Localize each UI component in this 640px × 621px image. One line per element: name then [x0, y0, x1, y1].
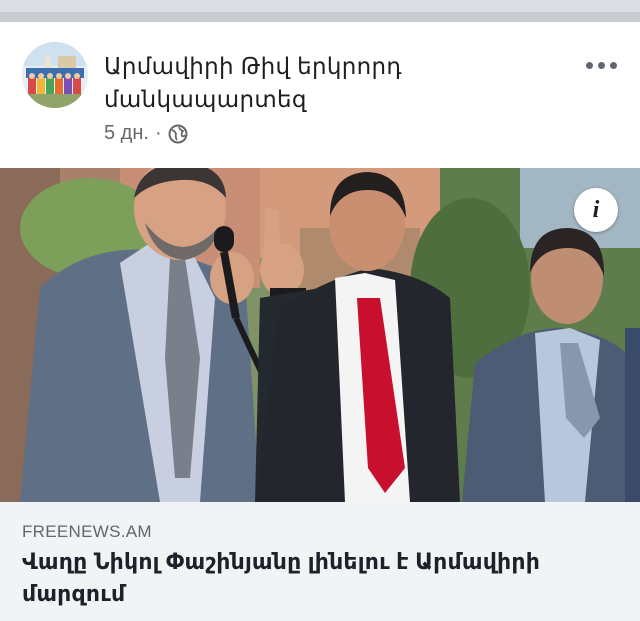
post-meta: 5 дн. ·: [104, 122, 188, 145]
page-name-link[interactable]: Արմավիրի Թիվ երկրորդ մանկապարտեզ: [104, 50, 534, 116]
link-domain: FREENEWS.AM: [22, 522, 152, 541]
globe-icon[interactable]: [168, 124, 188, 144]
link-preview-image[interactable]: i: [0, 168, 640, 502]
post-timestamp[interactable]: 5 дн.: [104, 122, 149, 145]
post-card: Արմավիրի Թիվ երկրորդ մանկապարտեզ 5 дн. ·: [0, 22, 640, 621]
info-icon[interactable]: i: [574, 188, 618, 232]
link-headline[interactable]: Վաղը Նիկոլ Փաշինյանը լինելու է Արմավիրի …: [22, 546, 622, 610]
feed-top-bar: [0, 0, 640, 22]
page-avatar[interactable]: [22, 42, 88, 108]
meta-separator: ·: [154, 122, 162, 144]
post-header: Արմավիրի Թիվ երկրորդ մանկապարտեզ 5 дн. ·: [0, 22, 640, 168]
more-options-icon[interactable]: [586, 58, 618, 72]
link-preview[interactable]: FREENEWS.AM Վաղը Նիկոլ Փաշինյանը լինելու…: [0, 502, 640, 621]
